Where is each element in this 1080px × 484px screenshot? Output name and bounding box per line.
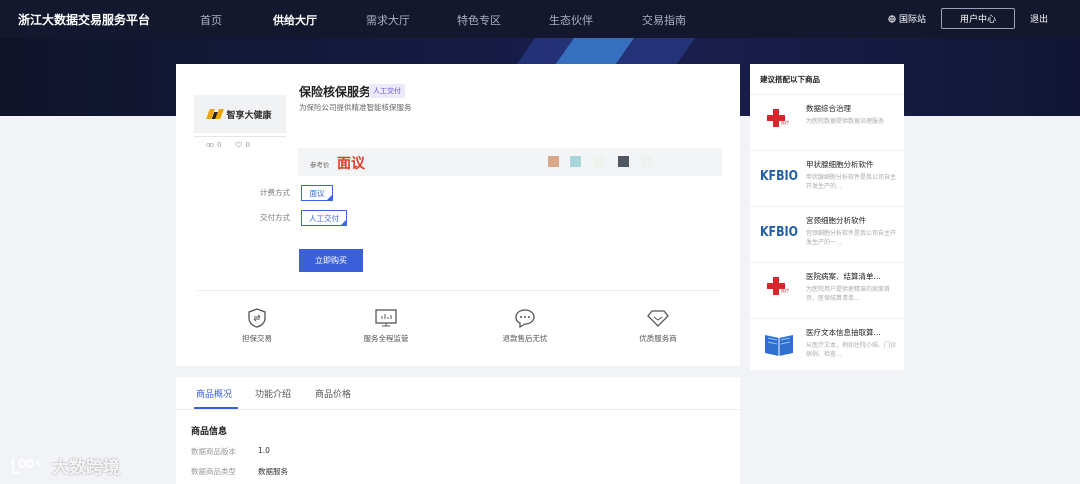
recommendation-item[interactable]: 医疗 数据综合治理 为医院数据提供数据治理服务 <box>750 94 904 150</box>
recommendation-desc: 为医院用户提供更精准的病案首页、医保结算清单... <box>806 286 891 302</box>
provider-logo-mark <box>206 109 225 119</box>
red-cross-logo: 医疗 <box>767 277 789 295</box>
decor-swatch <box>548 156 559 167</box>
eye-icon <box>206 142 214 148</box>
info-value: 数据服务 <box>258 467 288 476</box>
delivery-label: 交付方式 <box>260 213 290 222</box>
svg-text:医疗: 医疗 <box>781 287 789 293</box>
chat-icon <box>515 309 535 329</box>
recommendation-title: 建议搭配以下商品 <box>760 75 820 84</box>
recommendation-item[interactable]: 医疗 医院病案、结算清单... 为医院用户提供更精准的病案首页、医保结算清单..… <box>750 262 904 318</box>
recommendation-panel: 建议搭配以下商品 医疗 数据综合治理 为医院数据提供数据治理服务 KFBIO 甲… <box>750 64 904 370</box>
feature-guaranteed-trade: 担保交易 <box>209 307 305 344</box>
info-label: 数据商品类型 <box>191 467 236 476</box>
kfbio-logo: KFBIO <box>760 225 798 240</box>
recommendation-name: 医院病案、结算清单... <box>806 272 881 281</box>
nav-demand-hall[interactable]: 需求大厅 <box>366 12 410 28</box>
info-label: 数据商品版本 <box>191 447 236 456</box>
diamond-icon <box>647 310 669 327</box>
product-stats: 0 0 <box>206 141 250 149</box>
delivery-tag: 人工交付 <box>369 84 405 98</box>
feature-service-supervision: 服务全程监管 <box>338 307 434 344</box>
recommendation-desc: 甲状腺细胞分析软件是我公司自主开发生产的... <box>806 174 897 190</box>
provider-logo: 智享大健康 <box>194 95 286 133</box>
tab-pricing[interactable]: 商品价格 <box>315 387 351 400</box>
monitor-icon <box>375 309 397 327</box>
product-subtitle: 为保险公司提供精准智能核保服务 <box>299 103 412 112</box>
buy-now-button[interactable]: 立即购买 <box>299 249 363 272</box>
kfbio-wordmark: KFBIO <box>760 169 798 184</box>
nav-featured-zone[interactable]: 特色专区 <box>457 12 501 28</box>
feature-label: 服务全程监管 <box>363 334 409 343</box>
recommendation-desc: 从医疗文本，例如住院小结、门诊病例、检查... <box>806 342 897 358</box>
views-stat: 0 <box>206 141 221 149</box>
decor-swatch <box>570 156 581 167</box>
user-center-button[interactable]: 用户中心 <box>941 8 1015 29</box>
feature-refund-after-sales: 退款售后无忧 <box>477 307 573 344</box>
recommendation-name: 医疗文本信息抽取算... <box>806 328 881 337</box>
international-site-link[interactable]: 国际站 <box>888 12 926 25</box>
feature-quality-provider: 优质服务商 <box>610 307 706 344</box>
billing-option[interactable]: 面议 <box>301 185 333 201</box>
recommendation-name: 甲状腺细胞分析软件 <box>806 160 874 169</box>
tab-features[interactable]: 功能介绍 <box>255 387 291 400</box>
logout-link[interactable]: 退出 <box>1030 12 1048 25</box>
svg-text:医疗: 医疗 <box>781 119 789 125</box>
recommendation-desc: 宫颈细胞分析软件是我公司自主开发生产的一... <box>806 230 897 246</box>
international-label: 国际站 <box>899 15 927 25</box>
provider-logo-text: 智享大健康 <box>226 110 272 121</box>
price-label: 参考价 <box>310 161 330 169</box>
kfbio-wordmark: KFBIO <box>760 225 798 240</box>
feature-label: 退款售后无忧 <box>502 334 548 343</box>
favorites-count: 0 <box>245 141 250 149</box>
billing-label: 计费方式 <box>260 188 290 197</box>
red-cross-logo: 医疗 <box>767 109 789 127</box>
divider <box>198 290 720 291</box>
decor-swatch <box>594 156 605 167</box>
recommendation-name: 宫颈细胞分析软件 <box>806 216 866 225</box>
feature-label: 优质服务商 <box>639 334 677 343</box>
recommendation-item[interactable]: KFBIO 宫颈细胞分析软件 宫颈细胞分析软件是我公司自主开发生产的一... <box>750 206 904 262</box>
shield-icon <box>248 308 266 328</box>
decor-swatch <box>618 156 629 167</box>
nav-eco-partners[interactable]: 生态伙伴 <box>549 12 593 28</box>
recommendation-name: 数据综合治理 <box>806 104 851 113</box>
delivery-option[interactable]: 人工交付 <box>301 210 347 226</box>
divider <box>194 136 286 137</box>
recommendation-desc: 为医院数据提供数据治理服务 <box>806 118 885 125</box>
watermark-logo-icon <box>12 457 41 474</box>
nav-home[interactable]: 首页 <box>200 12 222 28</box>
recommendation-item[interactable]: 医疗文本信息抽取算... 从医疗文本，例如住院小结、门诊病例、检查... <box>750 318 904 374</box>
detail-card: 商品概况 功能介绍 商品价格 商品信息 数据商品版本 1.0 数据商品类型 数据… <box>176 377 740 484</box>
feature-label: 担保交易 <box>242 334 272 343</box>
divider <box>176 409 740 410</box>
recommendation-item[interactable]: KFBIO 甲状腺细胞分析软件 甲状腺细胞分析软件是我公司自主开发生产的... <box>750 150 904 206</box>
price-bar: 参考价 面议 <box>298 148 722 176</box>
views-count: 0 <box>217 141 222 149</box>
product-title: 保险核保服务 <box>299 85 372 99</box>
watermark: 大数跨境 <box>10 453 120 478</box>
section-title: 商品信息 <box>191 427 228 437</box>
nav-trade-guide[interactable]: 交易指南 <box>642 12 686 28</box>
kfbio-logo: KFBIO <box>760 169 798 184</box>
book-icon <box>765 335 793 356</box>
info-value: 1.0 <box>258 446 270 455</box>
globe-icon <box>888 14 896 23</box>
price-value: 面议 <box>337 156 365 172</box>
site-brand[interactable]: 浙江大数据交易服务平台 <box>18 11 150 28</box>
decor-swatch <box>641 156 652 167</box>
top-navbar: 浙江大数据交易服务平台 首页 供给大厅 需求大厅 特色专区 生态伙伴 交易指南 … <box>0 0 1080 38</box>
favorites-stat: 0 <box>235 141 250 149</box>
watermark-text: 大数跨境 <box>52 458 120 478</box>
nav-supply-hall[interactable]: 供给大厅 <box>273 12 317 28</box>
heart-icon <box>235 142 243 148</box>
tab-overview[interactable]: 商品概况 <box>196 387 232 400</box>
product-card: 智享大健康 0 0 保险核保服务 人工交付 为保险公司提供精准智能核保服务 参考… <box>176 64 740 366</box>
